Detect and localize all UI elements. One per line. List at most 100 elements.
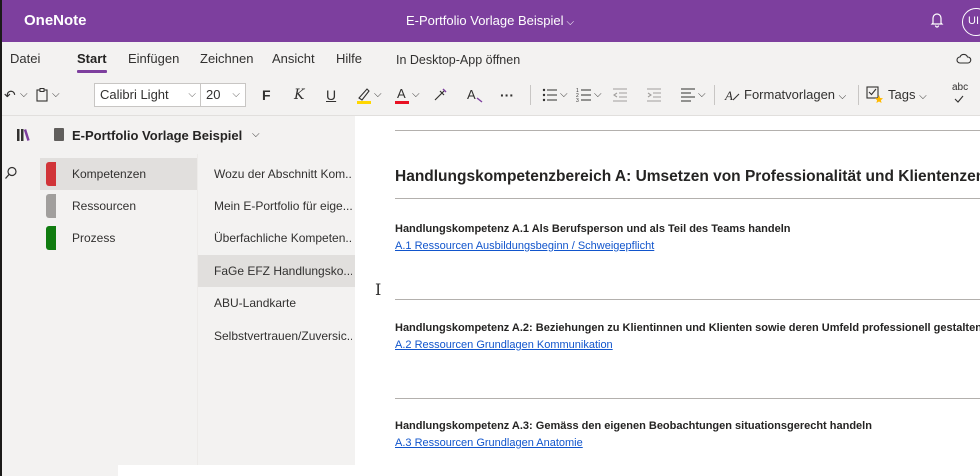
italic-button[interactable]: K xyxy=(294,84,304,106)
open-desktop-app-link[interactable]: In Desktop-App öffnen xyxy=(396,53,520,67)
text-cursor-icon: I xyxy=(375,280,382,299)
tab-ansicht[interactable]: Ansicht xyxy=(272,51,315,66)
competence-title[interactable]: Handlungskompetenz A.3: Gemäss den eigen… xyxy=(395,420,872,432)
competence-title[interactable]: Handlungskompetenz A.2: Beziehungen zu K… xyxy=(395,322,980,334)
page-label: Überfachliche Kompeten... xyxy=(214,231,352,245)
increase-indent-icon[interactable] xyxy=(646,87,662,103)
window-edge xyxy=(0,0,2,476)
numbered-list-chevron-icon[interactable]: ⌵ xyxy=(594,84,602,106)
bold-button[interactable]: F xyxy=(262,84,271,106)
page-heading[interactable]: Handlungskompetenzbereich A: Umsetzen vo… xyxy=(395,168,980,186)
styles-button[interactable]: Formatvorlagen ⌵ xyxy=(744,87,846,102)
font-color-icon[interactable]: A xyxy=(394,86,410,104)
divider xyxy=(395,198,980,199)
ribbon-toolbar: ↶ ⌵ ⌵ Calibri Light ⌵ 20 ⌵ F K U ⌵ A ⌵ A… xyxy=(0,74,980,116)
divider xyxy=(395,130,980,131)
page-item[interactable]: Mein E-Portfolio für eige... xyxy=(198,190,356,222)
document-title[interactable]: E-Portfolio Vorlage Beispiel ⌵ xyxy=(0,13,980,28)
font-size-value: 20 xyxy=(206,87,221,102)
ribbon-separator xyxy=(714,85,715,105)
section-item-kompetenzen[interactable]: Kompetenzen xyxy=(40,158,197,190)
chevron-down-icon: ⌵ xyxy=(838,91,847,102)
bell-icon[interactable] xyxy=(930,12,944,28)
clear-formatting-icon[interactable] xyxy=(432,87,448,103)
page-canvas[interactable]: Handlungskompetenzbereich A: Umsetzen vo… xyxy=(355,116,980,476)
highlighter-icon[interactable] xyxy=(356,86,372,104)
tab-einfuegen[interactable]: Einfügen xyxy=(128,51,179,66)
tab-zeichnen[interactable]: Zeichnen xyxy=(200,51,253,66)
underline-button[interactable]: U xyxy=(326,84,336,106)
section-label: Prozess xyxy=(72,231,116,245)
page-label: FaGe EFZ Handlungsko... xyxy=(214,264,352,278)
search-icon[interactable] xyxy=(4,166,18,180)
decrease-indent-icon[interactable] xyxy=(612,87,628,103)
notebook-title: E-Portfolio Vorlage Beispiel xyxy=(72,128,243,143)
spelling-button[interactable]: abc xyxy=(952,82,968,93)
highlighter-chevron-icon[interactable]: ⌵ xyxy=(374,84,382,106)
chevron-down-icon: ⌵ xyxy=(232,89,240,100)
notebooks-icon[interactable] xyxy=(16,128,30,142)
notebook-icon xyxy=(54,128,64,141)
page-item[interactable]: Überfachliche Kompeten... xyxy=(198,222,356,254)
section-color-tab xyxy=(46,226,56,250)
font-size-select[interactable]: 20 ⌵ xyxy=(200,83,246,107)
more-options-button[interactable]: ··· xyxy=(500,84,514,106)
cloud-sync-icon[interactable] xyxy=(956,52,972,66)
section-label: Kompetenzen xyxy=(72,167,147,181)
svg-text:3: 3 xyxy=(576,98,579,103)
section-color-tab xyxy=(46,194,56,218)
page-item[interactable]: Selbstvertrauen/Zuversic... xyxy=(198,320,356,352)
styles-icon[interactable]: A xyxy=(724,87,740,103)
undo-icon[interactable]: ↶ xyxy=(4,84,16,106)
tab-hilfe[interactable]: Hilfe xyxy=(336,51,362,66)
spelling-check-icon xyxy=(954,95,964,103)
onenote-window: OneNote E-Portfolio Vorlage Beispiel ⌵ UI… xyxy=(0,0,980,476)
numbered-list-icon[interactable]: 123 xyxy=(576,87,592,103)
svg-text:A: A xyxy=(397,86,406,101)
menu-bar: Datei Start Einfügen Zeichnen Ansicht Hi… xyxy=(0,42,980,74)
divider xyxy=(395,398,980,399)
nav-rail xyxy=(0,116,40,476)
undo-chevron-icon[interactable]: ⌵ xyxy=(20,84,28,106)
tags-label: Tags xyxy=(888,87,916,102)
section-item-prozess[interactable]: Prozess xyxy=(40,222,197,254)
chevron-down-icon: ⌵ xyxy=(252,129,260,140)
section-label: Ressourcen xyxy=(72,199,137,213)
tags-button[interactable]: Tags ⌵ xyxy=(888,87,927,102)
align-icon[interactable] xyxy=(680,87,696,103)
section-item-ressourcen[interactable]: Ressourcen xyxy=(40,190,197,222)
page-label: ABU-Landkarte xyxy=(214,296,297,310)
document-title-label: E-Portfolio Vorlage Beispiel xyxy=(405,13,564,28)
text-effects-icon[interactable]: A xyxy=(466,86,484,104)
font-color-chevron-icon[interactable]: ⌵ xyxy=(412,84,420,106)
styles-label: Formatvorlagen xyxy=(744,87,836,102)
bullet-list-icon[interactable] xyxy=(542,87,558,103)
font-name-value: Calibri Light xyxy=(100,87,169,102)
chevron-down-icon: ⌵ xyxy=(919,91,927,102)
ribbon-separator xyxy=(858,85,859,105)
competence-link[interactable]: A.2 Ressourcen Grundlagen Kommunikation xyxy=(395,339,613,351)
notebook-header[interactable]: E-Portfolio Vorlage Beispiel ⌵ xyxy=(40,116,355,154)
competence-link[interactable]: A.3 Ressourcen Grundlagen Anatomie xyxy=(395,437,583,449)
section-list: Kompetenzen Ressourcen Prozess xyxy=(40,154,197,476)
page-label: Mein E-Portfolio für eige... xyxy=(214,199,352,213)
competence-link[interactable]: A.1 Ressourcen Ausbildungsbeginn / Schwe… xyxy=(395,240,654,252)
title-bar: OneNote E-Portfolio Vorlage Beispiel ⌵ UI xyxy=(0,0,980,42)
section-color-tab xyxy=(46,162,56,186)
page-item[interactable]: ABU-Landkarte xyxy=(198,287,356,319)
align-chevron-icon[interactable]: ⌵ xyxy=(698,84,706,106)
paste-chevron-icon[interactable]: ⌵ xyxy=(52,84,60,106)
competence-title[interactable]: Handlungskompetenz A.1 Als Berufsperson … xyxy=(395,223,790,235)
page-item-active[interactable]: FaGe EFZ Handlungsko... xyxy=(198,255,356,287)
tab-datei[interactable]: Datei xyxy=(10,51,40,66)
tab-start[interactable]: Start xyxy=(77,51,107,73)
paste-icon[interactable] xyxy=(36,88,48,102)
bullet-list-chevron-icon[interactable]: ⌵ xyxy=(560,84,568,106)
font-name-select[interactable]: Calibri Light ⌵ xyxy=(94,83,202,107)
avatar[interactable]: UI xyxy=(962,8,980,36)
page-label: Selbstvertrauen/Zuversic... xyxy=(214,329,352,343)
divider xyxy=(395,299,980,300)
tag-star-icon[interactable] xyxy=(866,86,884,104)
chevron-down-icon: ⌵ xyxy=(188,89,196,100)
page-item[interactable]: Wozu der Abschnitt Kom... xyxy=(198,158,356,190)
